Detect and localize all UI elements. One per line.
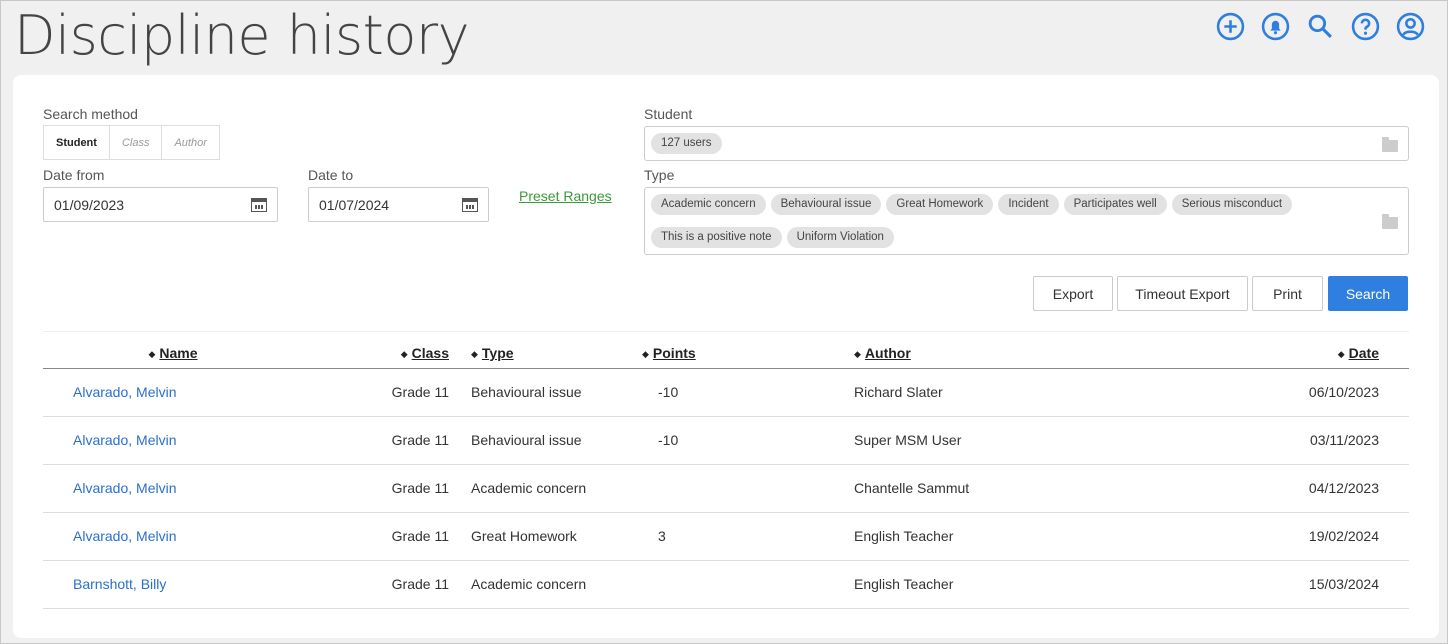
table-row: Alvarado, Melvin Grade 11 Behavioural issu… <box>43 416 1409 465</box>
author-cell: English Teacher <box>800 560 1250 609</box>
date-cell: 15/03/2024 <box>1250 560 1409 609</box>
class-cell: Grade 11 <box>343 464 459 513</box>
method-class-tab[interactable]: Class <box>110 126 163 159</box>
calendar-icon[interactable] <box>462 197 478 212</box>
method-author-tab[interactable]: Author <box>162 126 218 159</box>
sort-icon: ◆ <box>854 348 861 359</box>
help-icon[interactable] <box>1351 12 1380 41</box>
points-cell <box>617 464 800 513</box>
type-cell: Great Homework <box>459 512 617 561</box>
discipline-table: ◆ Name ◆ Class ◆ Type ◆ Points ◆ Author ◆ Date… <box>43 338 1409 609</box>
print-button[interactable]: Print <box>1252 276 1323 311</box>
table-header-row: ◆ Name ◆ Class ◆ Type ◆ Points ◆ Author ◆ Date <box>43 338 1409 369</box>
column-header-points[interactable]: ◆ Points <box>617 338 800 369</box>
method-student-tab[interactable]: Student <box>44 126 110 159</box>
date-from-input[interactable]: 01/09/2023 <box>43 187 278 222</box>
table-row: Alvarado, Melvin Grade 11 Academic concern… <box>43 464 1409 513</box>
add-circle-icon[interactable] <box>1216 12 1245 41</box>
points-cell: -10 <box>617 416 800 465</box>
calendar-icon[interactable] <box>251 197 267 212</box>
sort-icon: ◆ <box>148 348 156 359</box>
folder-icon[interactable] <box>1382 214 1398 229</box>
student-label: Student <box>644 106 693 122</box>
sort-icon: ◆ <box>471 348 478 359</box>
type-tag[interactable]: Incident <box>998 194 1059 215</box>
points-cell <box>617 560 800 609</box>
search-button[interactable]: Search <box>1328 276 1408 311</box>
divider <box>43 331 1409 332</box>
column-header-type[interactable]: ◆ Type <box>459 338 617 369</box>
column-header-class[interactable]: ◆ Class <box>343 338 459 369</box>
author-cell: Chantelle Sammut <box>800 464 1250 513</box>
date-cell: 03/11/2023 <box>1250 416 1409 465</box>
table-row: Alvarado, Melvin Grade 11 Behavioural issu… <box>43 368 1409 417</box>
search-icon[interactable] <box>1306 12 1335 41</box>
type-tag[interactable]: Uniform Violation <box>786 227 894 248</box>
sort-icon: ◆ <box>1337 348 1345 359</box>
name-cell[interactable]: Alvarado, Melvin <box>43 416 343 465</box>
points-cell: -10 <box>617 368 800 417</box>
author-cell: Super MSM User <box>800 416 1250 465</box>
export-button[interactable]: Export <box>1033 276 1113 311</box>
search-card: Search method Student Class Author Date … <box>13 75 1439 638</box>
sort-icon: ◆ <box>642 348 649 359</box>
class-cell: Grade 11 <box>343 512 459 561</box>
column-header-author[interactable]: ◆ Author <box>800 338 1250 369</box>
bell-icon[interactable] <box>1261 12 1290 41</box>
name-cell[interactable]: Barnshott, Billy <box>43 560 343 609</box>
table-row: Alvarado, Melvin Grade 11 Great Homework 3 E… <box>43 512 1409 561</box>
type-tag-list: Academic concern Behavioural issue Great H… <box>651 194 1402 255</box>
author-cell: English Teacher <box>800 512 1250 561</box>
type-tag[interactable]: Serious misconduct <box>1171 194 1293 215</box>
type-cell: Behavioural issue <box>459 416 617 465</box>
type-label: Type <box>644 167 675 183</box>
points-cell: 3 <box>617 512 800 561</box>
type-tag[interactable]: Great Homework <box>886 194 994 215</box>
user-icon[interactable] <box>1396 12 1425 41</box>
timeout-export-button[interactable]: Timeout Export <box>1117 276 1248 311</box>
table-row: Barnshott, Billy Grade 11 Academic concern… <box>43 560 1409 609</box>
type-cell: Academic concern <box>459 560 617 609</box>
sort-icon: ◆ <box>400 348 408 359</box>
type-cell: Behavioural issue <box>459 368 617 417</box>
top-toolbar <box>1216 12 1425 41</box>
class-cell: Grade 11 <box>343 560 459 609</box>
date-cell: 04/12/2023 <box>1250 464 1409 513</box>
author-cell: Richard Slater <box>800 368 1250 417</box>
date-from-label: Date from <box>43 167 105 183</box>
folder-icon[interactable] <box>1382 137 1398 152</box>
type-field[interactable]: Academic concern Behavioural issue Great H… <box>644 187 1409 255</box>
date-cell: 19/02/2024 <box>1250 512 1409 561</box>
date-to-input[interactable]: 01/07/2024 <box>308 187 489 222</box>
column-header-name[interactable]: ◆ Name <box>43 338 343 369</box>
type-tag[interactable]: Academic concern <box>651 194 766 215</box>
type-cell: Academic concern <box>459 464 617 513</box>
preset-ranges-link[interactable]: Preset Ranges <box>519 188 612 204</box>
date-from-value: 01/09/2023 <box>54 196 125 213</box>
column-header-date[interactable]: ◆ Date <box>1250 338 1409 369</box>
student-tag[interactable]: 127 users <box>651 133 722 154</box>
type-tag[interactable]: This is a positive note <box>651 227 782 248</box>
class-cell: Grade 11 <box>343 368 459 417</box>
name-cell[interactable]: Alvarado, Melvin <box>43 512 343 561</box>
name-cell[interactable]: Alvarado, Melvin <box>43 368 343 417</box>
class-cell: Grade 11 <box>343 416 459 465</box>
search-method-label: Search method <box>43 106 138 122</box>
search-method-toggle: Student Class Author <box>43 125 220 160</box>
type-tag[interactable]: Participates well <box>1063 194 1167 215</box>
student-field[interactable]: 127 users <box>644 126 1409 161</box>
date-to-label: Date to <box>308 167 354 183</box>
date-cell: 06/10/2023 <box>1250 368 1409 417</box>
date-to-value: 01/07/2024 <box>319 196 390 213</box>
name-cell[interactable]: Alvarado, Melvin <box>43 464 343 513</box>
page-title: Discipline history <box>14 4 470 67</box>
type-tag[interactable]: Behavioural issue <box>770 194 882 215</box>
